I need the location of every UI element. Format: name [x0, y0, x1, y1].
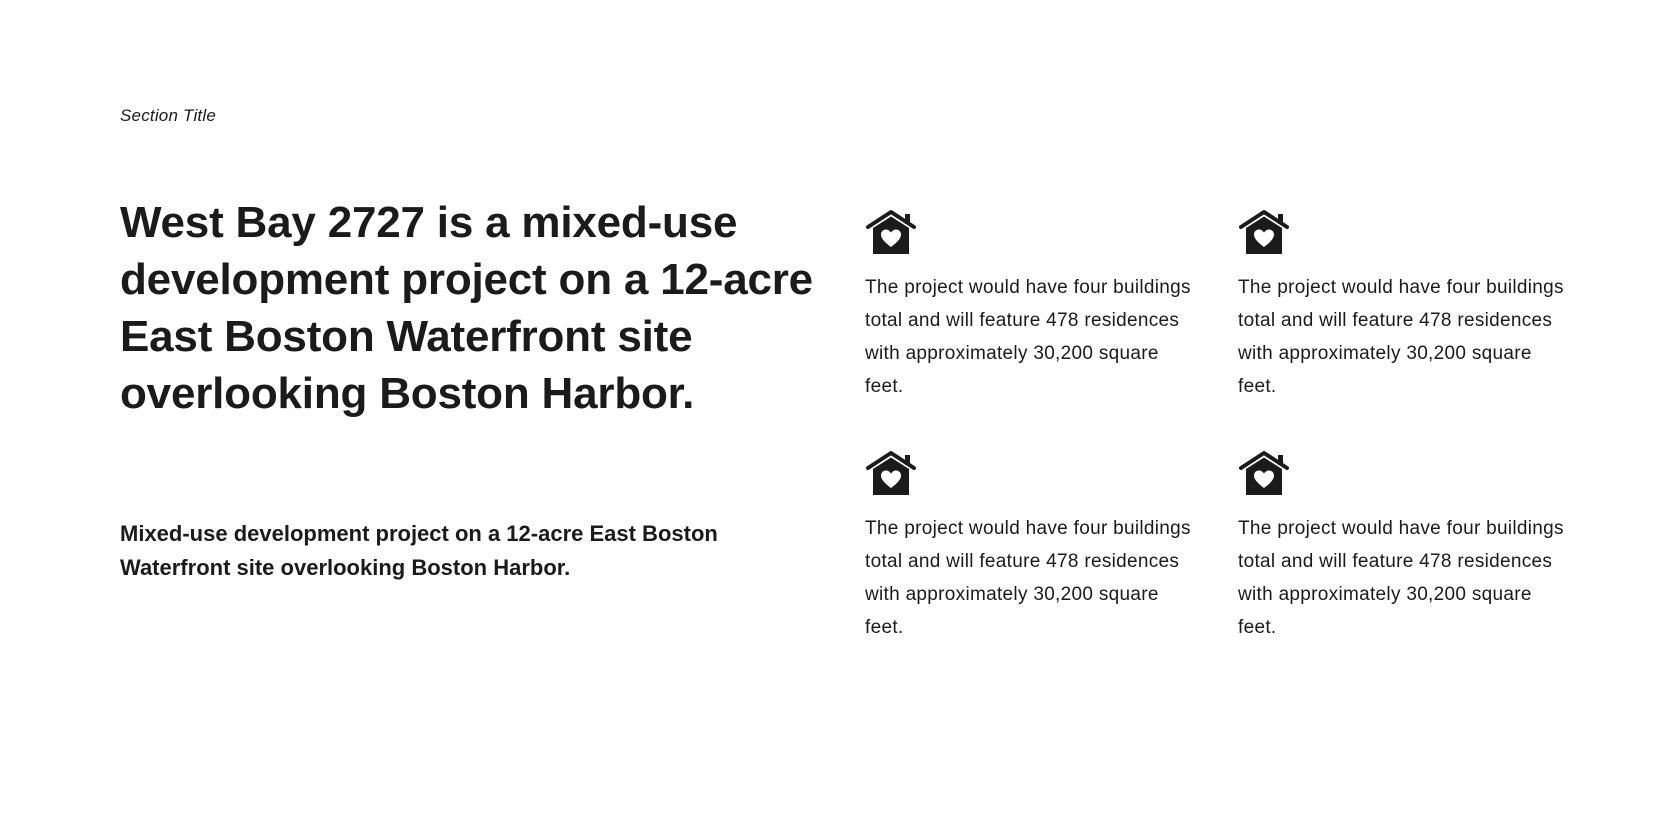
home-heart-icon [866, 210, 916, 254]
feature-item: The project would have four buildings to… [865, 450, 1238, 691]
feature-text: The project would have four buildings to… [865, 518, 1191, 638]
feature-text: The project would have four buildings to… [1238, 277, 1564, 397]
feature-item: The project would have four buildings to… [865, 209, 1238, 450]
feature-text: The project would have four buildings to… [865, 277, 1191, 397]
hero-subhead: Mixed-use development project on a 12-ac… [120, 521, 718, 580]
home-heart-icon [1239, 451, 1289, 495]
hero-headline: West Bay 2727 is a mixed-use development… [120, 198, 813, 418]
feature-item: The project would have four buildings to… [1238, 450, 1565, 691]
feature-item: The project would have four buildings to… [1238, 209, 1565, 450]
section-title: Section Title [120, 106, 216, 125]
feature-text: The project would have four buildings to… [1238, 518, 1564, 638]
home-heart-icon [866, 451, 916, 495]
home-heart-icon [1239, 210, 1289, 254]
features-grid: The project would have four buildings to… [865, 209, 1565, 691]
